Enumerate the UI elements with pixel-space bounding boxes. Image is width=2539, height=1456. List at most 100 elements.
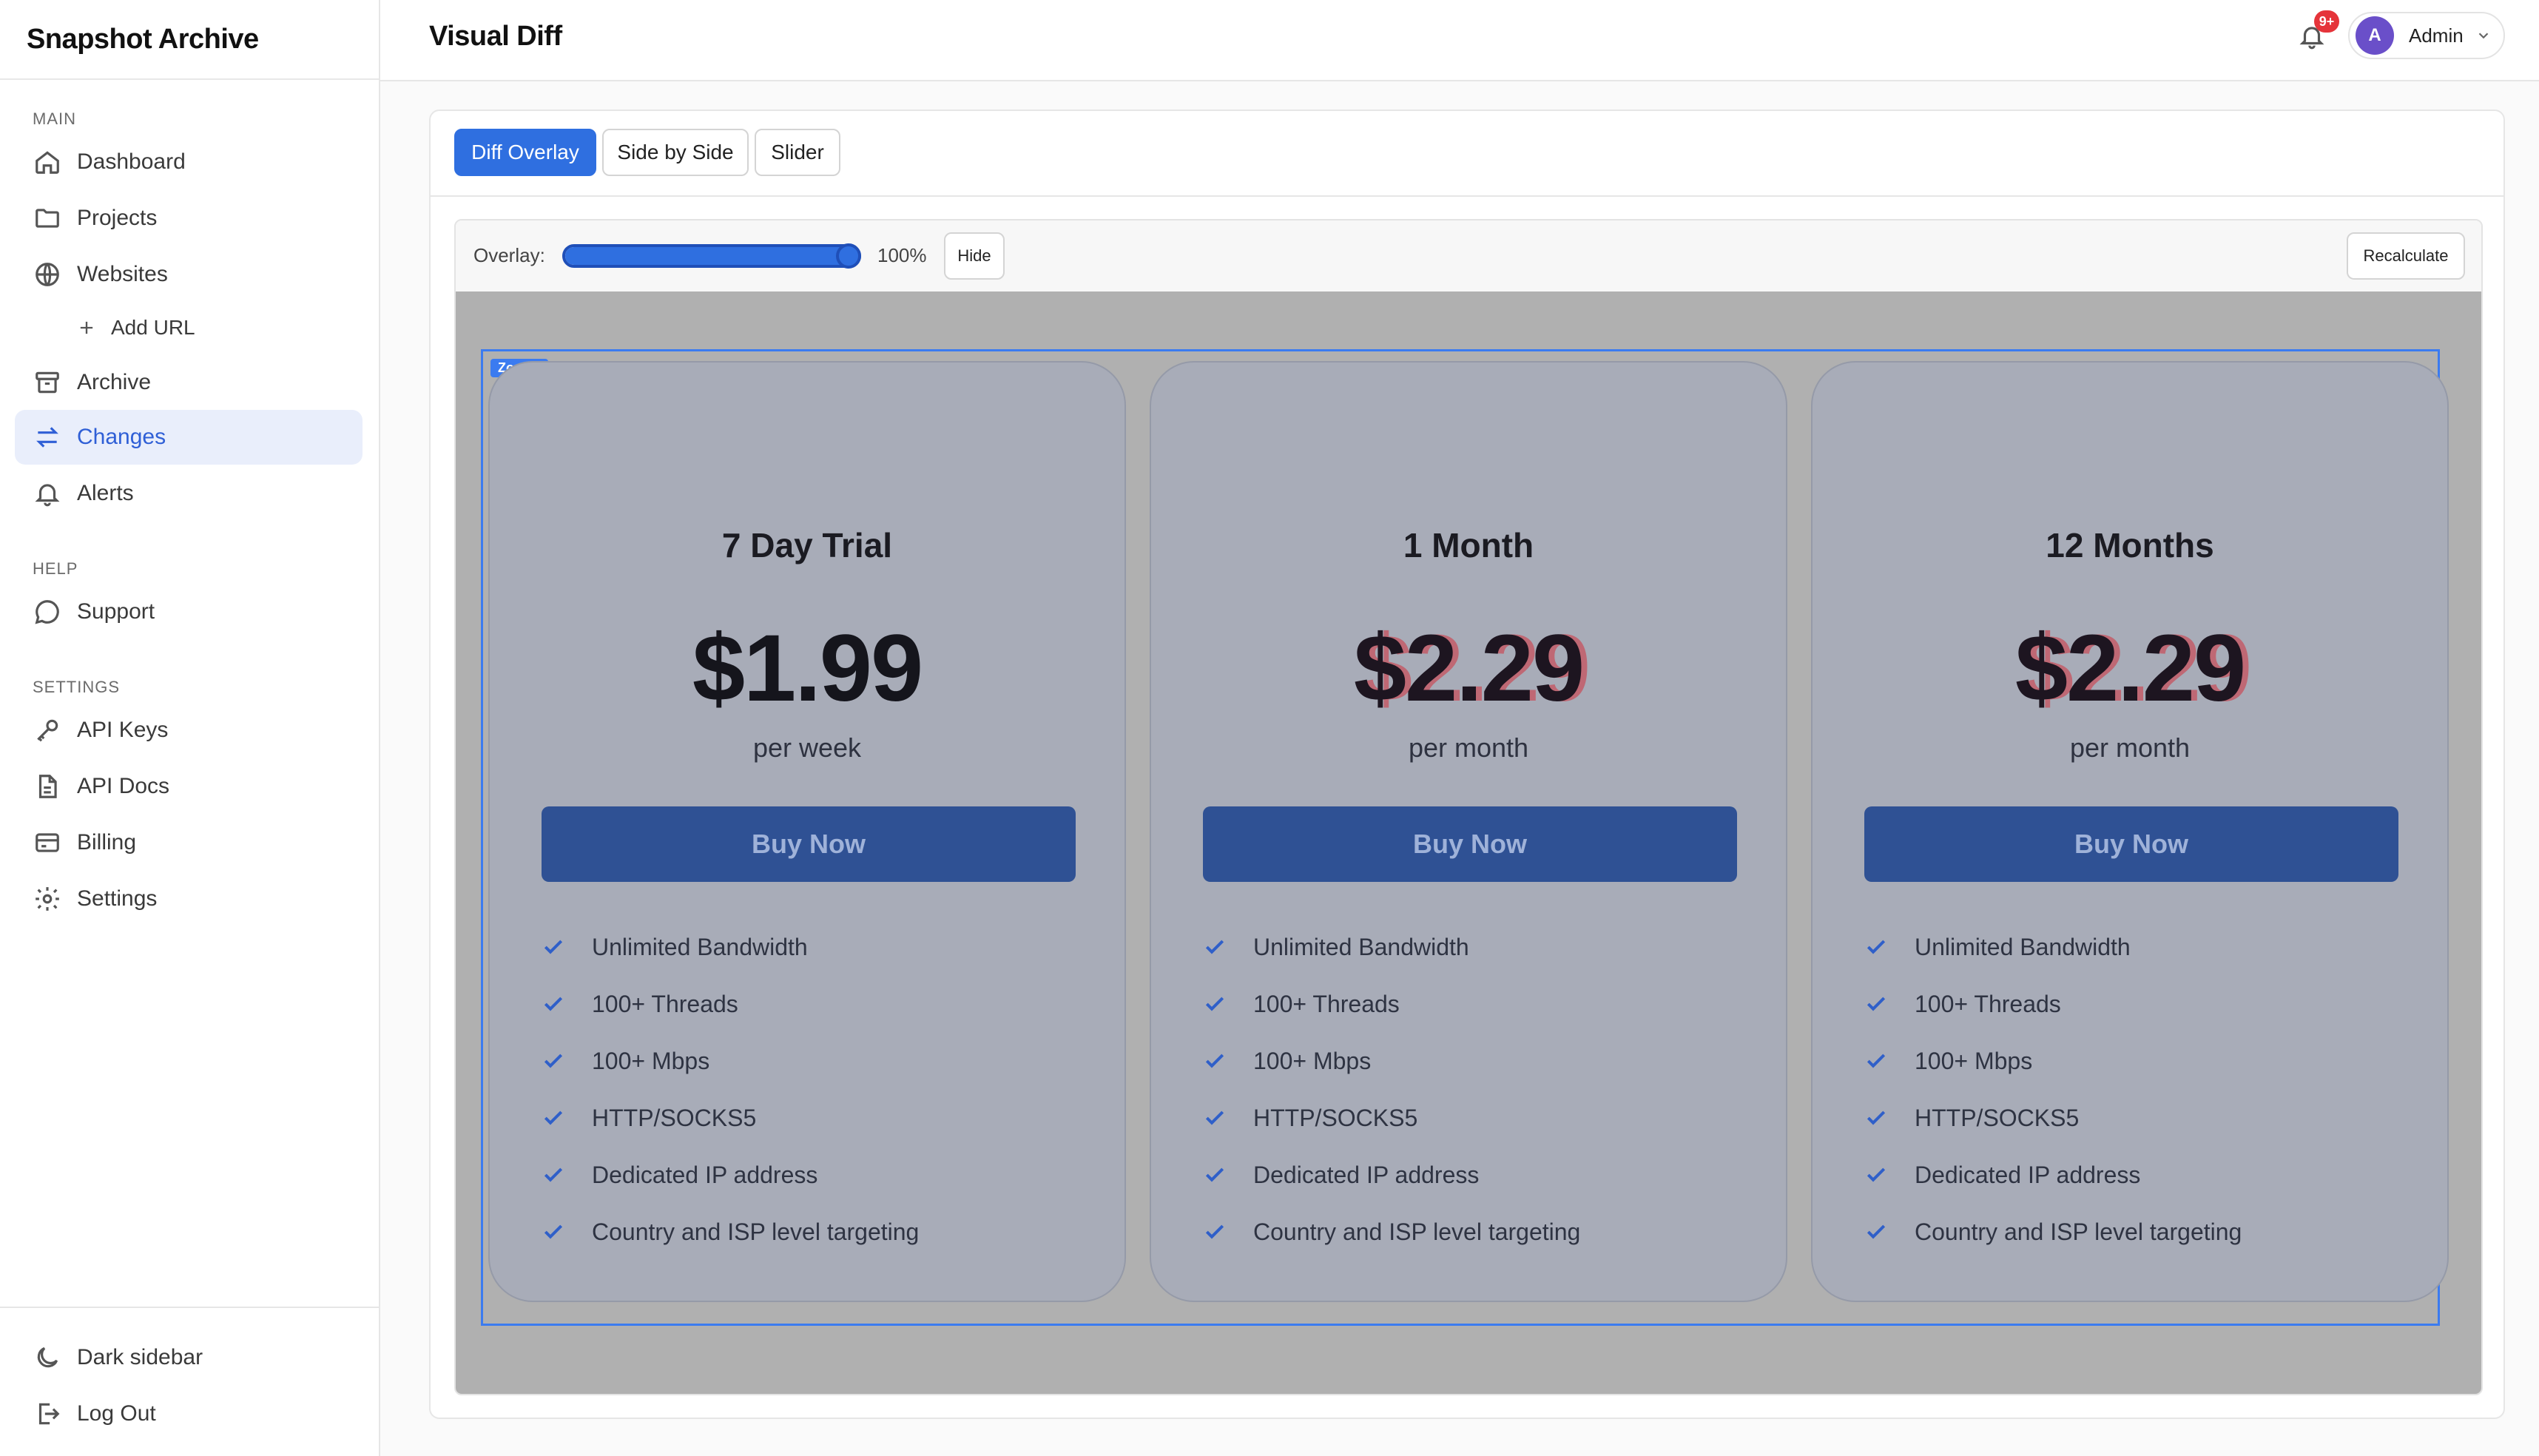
overlay-slider-fill [565,247,858,265]
sidebar-item-archive[interactable]: Archive [15,355,363,410]
sidebar-item-alerts[interactable]: Alerts [15,466,363,521]
brand-title: Snapshot Archive [0,0,379,80]
check-icon [1203,1106,1228,1131]
plan-price: $2.29 [2014,616,2246,721]
log-out-button[interactable]: Log Out [15,1386,363,1441]
feature-text: 100+ Mbps [1915,1048,2033,1074]
feature-list: Unlimited Bandwidth 100+ Threads 100+ Mb… [542,919,1089,1261]
check-icon [1864,1220,1889,1245]
diff-canvas: Zone 1 7 Day Trial $1.99 per week Buy No… [456,291,2481,1394]
feature-text: HTTP/SOCKS5 [1915,1105,2080,1131]
sidebar-item-billing[interactable]: Billing [15,815,363,870]
feature-text: 100+ Threads [592,991,738,1017]
check-icon [542,1049,567,1074]
plan-card-1-month: 1 Month $2.29 per month Buy Now Unlimite… [1150,361,1787,1302]
hide-button[interactable]: Hide [944,232,1005,280]
sidebar-item-label: Settings [77,886,158,911]
arrows-swap-icon [33,422,62,452]
check-icon [1203,1049,1228,1074]
buy-now-button[interactable]: Buy Now [1203,806,1737,882]
feature-item: Dedicated IP address [1864,1147,2412,1204]
sidebar-item-label: Dashboard [77,149,186,174]
overlay-slider[interactable] [562,244,861,268]
avatar: A [2356,16,2394,55]
feature-list: Unlimited Bandwidth 100+ Threads 100+ Mb… [1203,919,1750,1261]
check-icon [1864,992,1889,1017]
sidebar-item-websites[interactable]: Websites [15,247,363,302]
overlay-panel: Overlay: 100% Hide Recalculate Zone 1 7 … [454,219,2483,1395]
page-title: Visual Diff [429,21,562,52]
gear-icon [33,884,62,914]
archive-box-icon [33,368,62,397]
feature-item: Dedicated IP address [542,1147,1089,1204]
sidebar-item-dashboard[interactable]: Dashboard [15,135,363,189]
feature-text: Unlimited Bandwidth [1915,934,2131,960]
buy-now-button[interactable]: Buy Now [542,806,1076,882]
sidebar-item-label: Add URL [111,316,195,339]
view-mode-tabs: Diff Overlay Side by Side Slider [431,111,2503,197]
sidebar-item-label: API Docs [77,774,170,798]
check-icon [542,1220,567,1245]
sidebar-item-changes[interactable]: Changes [15,410,363,465]
sidebar-item-api-keys[interactable]: API Keys [15,703,363,758]
buy-now-button[interactable]: Buy Now [1864,806,2398,882]
chat-bubble-icon [33,597,62,627]
check-icon [1203,1163,1228,1188]
recalculate-button[interactable]: Recalculate [2347,232,2465,280]
top-header: Visual Diff 9+ A Admin [380,0,2539,81]
feature-text: Unlimited Bandwidth [1253,934,1469,960]
nav-section-help: HELP [33,559,78,578]
feature-item: 100+ Threads [1864,976,2412,1033]
feature-text: Country and ISP level targeting [1253,1219,1581,1245]
sidebar-item-settings[interactable]: Settings [15,872,363,926]
sidebar-footer: Dark sidebar Log Out [0,1307,379,1456]
tab-slider[interactable]: Slider [755,129,840,176]
check-icon [1203,935,1228,960]
user-menu[interactable]: A Admin [2348,12,2505,59]
check-icon [542,992,567,1017]
nav-section-main: MAIN [33,109,76,128]
home-icon [33,147,62,177]
logout-icon [33,1399,62,1429]
sidebar-item-label: Billing [77,830,137,855]
check-icon [1203,992,1228,1017]
feature-item: 100+ Mbps [1864,1033,2412,1090]
tab-diff-overlay[interactable]: Diff Overlay [454,129,596,176]
feature-text: Dedicated IP address [1253,1162,1480,1188]
feature-text: Dedicated IP address [592,1162,818,1188]
sidebar-item-support[interactable]: Support [15,584,363,639]
plus-icon [75,317,98,339]
feature-text: HTTP/SOCKS5 [592,1105,757,1131]
feature-item: 100+ Threads [542,976,1089,1033]
tab-side-by-side[interactable]: Side by Side [602,129,749,176]
plan-card-7-day-trial: 7 Day Trial $1.99 per week Buy Now Unlim… [488,361,1126,1302]
sidebar: Snapshot Archive MAIN Dashboard Projects… [0,0,380,1456]
sidebar-item-label: Dark sidebar [77,1345,203,1369]
overlay-slider-thumb[interactable] [836,243,861,269]
plan-name: 1 Month [1403,526,1534,564]
feature-text: Dedicated IP address [1915,1162,2141,1188]
dark-sidebar-toggle[interactable]: Dark sidebar [15,1330,363,1385]
check-icon [542,1106,567,1131]
sidebar-item-api-docs[interactable]: API Docs [15,759,363,814]
plan-period: per month [1408,732,1529,763]
sidebar-item-add-url[interactable]: Add URL [15,300,363,355]
plan-name: 7 Day Trial [721,526,893,564]
plan-price: $2.29 [1353,616,1585,721]
credit-card-icon [33,828,62,857]
feature-item: 100+ Threads [1203,976,1750,1033]
feature-item: Unlimited Bandwidth [542,919,1089,976]
feature-text: 100+ Mbps [1253,1048,1372,1074]
feature-item: 100+ Mbps [1203,1033,1750,1090]
feature-item: Unlimited Bandwidth [1203,919,1750,976]
feature-item: HTTP/SOCKS5 [1864,1090,2412,1147]
feature-item: Country and ISP level targeting [1864,1204,2412,1261]
visual-diff-card: Diff Overlay Side by Side Slider Overlay… [429,109,2505,1419]
document-icon [33,772,62,801]
key-icon [33,715,62,745]
sidebar-item-label: Websites [77,262,168,286]
feature-item: Country and ISP level targeting [1203,1204,1750,1261]
overlay-value: 100% [877,244,927,266]
feature-item: 100+ Mbps [542,1033,1089,1090]
sidebar-item-projects[interactable]: Projects [15,191,363,246]
